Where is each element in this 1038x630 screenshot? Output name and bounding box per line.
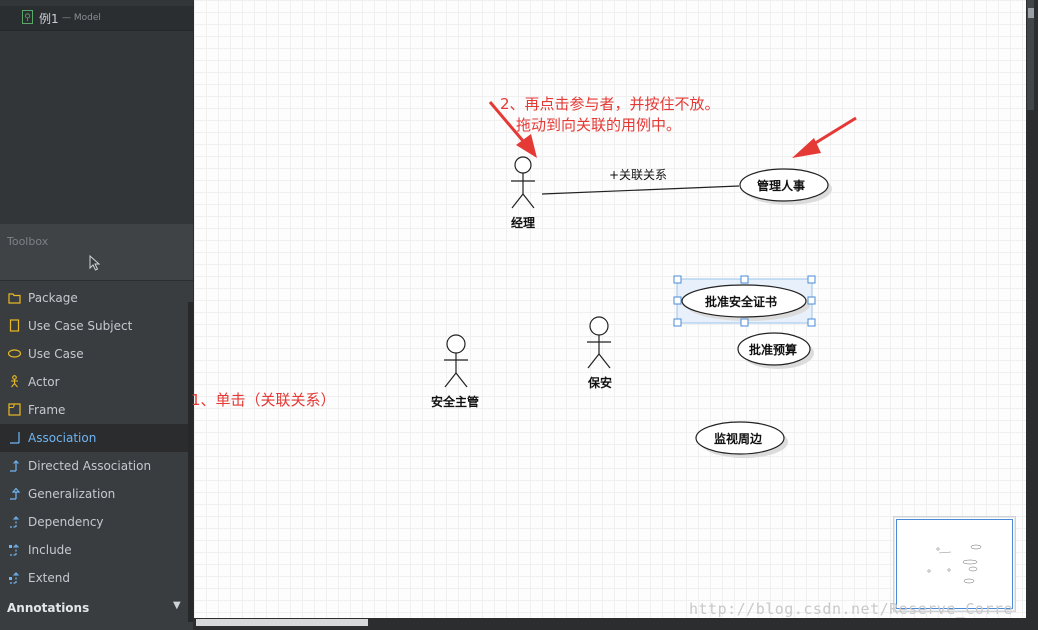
- actor-manager-name[interactable]: 经理: [511, 214, 535, 231]
- actor-security-chief-figure[interactable]: [444, 334, 468, 388]
- step2-note-line2: 拖动到向关联的用例中。: [516, 116, 682, 134]
- tool-dependency[interactable]: Dependency: [0, 508, 188, 536]
- actor-icon: [11, 375, 18, 388]
- directed-association-icon: [10, 460, 19, 472]
- canvas-vertical-scrollbar[interactable]: [1026, 0, 1038, 630]
- actor-guard-name[interactable]: 保安: [588, 374, 612, 391]
- generalization-icon: [10, 487, 21, 500]
- tool-generalization[interactable]: Generalization: [0, 480, 188, 508]
- tool-label: Use Case: [28, 347, 84, 361]
- extend-icon: [9, 572, 19, 584]
- toolbox-header: Toolbox: [0, 224, 193, 281]
- tool-include[interactable]: Include: [0, 536, 188, 564]
- model-name: 例1: [39, 12, 59, 26]
- tool-label: Package: [28, 291, 78, 305]
- annotations-section-header[interactable]: Annotations ▼: [0, 596, 188, 622]
- toolbox-list: Package Use Case Subject Use Case Actor …: [0, 284, 188, 592]
- dependency-icon: [10, 516, 19, 528]
- minimap-viewport[interactable]: [896, 519, 1013, 609]
- use-case-approve-budget-label[interactable]: 批准预算: [749, 341, 797, 358]
- association-icon: [10, 432, 20, 444]
- horizontal-scroll-thumb[interactable]: [196, 619, 368, 626]
- toolbox-title: Toolbox: [7, 235, 49, 248]
- tool-label: Directed Association: [28, 459, 152, 473]
- tool-label: Association: [28, 431, 97, 445]
- canvas-horizontal-scrollbar[interactable]: [194, 618, 1026, 630]
- left-panel: ⚲ 例1 — Model Toolbox Package Use Case Su…: [0, 0, 193, 630]
- watermark: http://blog.csdn.net/Reserve_Corre: [689, 600, 1014, 618]
- use-case-hr-label[interactable]: 管理人事: [757, 177, 805, 194]
- tool-label: Dependency: [28, 515, 104, 529]
- tool-association[interactable]: Association: [0, 424, 188, 452]
- toolbox-scrollbar[interactable]: [188, 302, 193, 622]
- frame-icon: [8, 403, 21, 416]
- tool-use-case[interactable]: Use Case: [0, 340, 188, 368]
- tool-extend[interactable]: Extend: [0, 564, 188, 592]
- actor-security-chief-name[interactable]: 安全主管: [431, 393, 479, 410]
- use-case-monitor-label[interactable]: 监视周边: [714, 430, 762, 447]
- step1-note: 1、单击（关联关系）: [191, 391, 336, 409]
- actor-guard-figure[interactable]: [587, 316, 611, 369]
- tool-label: Use Case Subject: [28, 319, 133, 333]
- tool-use-case-subject[interactable]: Use Case Subject: [0, 312, 188, 340]
- use-case-icon: [8, 349, 21, 358]
- tool-label: Generalization: [28, 487, 116, 501]
- chevron-down-icon: ▼: [173, 600, 181, 611]
- annotations-label: Annotations: [7, 601, 90, 615]
- side-panel-toggle-icon[interactable]: [1028, 8, 1034, 18]
- association-line[interactable]: [541, 185, 740, 195]
- model-tree-item[interactable]: ⚲ 例1 — Model: [0, 6, 193, 31]
- tool-label: Include: [28, 543, 72, 557]
- red-arrow-step2-right: [792, 116, 857, 158]
- include-icon: [9, 544, 19, 556]
- actor-manager-figure[interactable]: [511, 156, 535, 209]
- diagram-minimap[interactable]: [893, 516, 1016, 612]
- model-explorer: ⚲ 例1 — Model: [0, 0, 193, 224]
- step2-note-line1: 2、再点击参与者，并按住不放。: [500, 95, 720, 113]
- tool-package[interactable]: Package: [0, 284, 188, 312]
- use-case-diagram-icon: ⚲: [22, 10, 33, 24]
- package-icon: [8, 293, 21, 304]
- tool-directed-association[interactable]: Directed Association: [0, 452, 188, 480]
- use-case-approve-cert-label[interactable]: 批准安全证书: [705, 293, 777, 310]
- mouse-cursor-icon: [89, 255, 101, 271]
- tool-label: Frame: [28, 403, 66, 417]
- association-label[interactable]: +关联关系: [609, 166, 667, 183]
- use-case-subject-icon: [9, 319, 20, 332]
- tool-label: Actor: [28, 375, 60, 389]
- tool-label: Extend: [28, 571, 70, 585]
- tool-actor[interactable]: Actor: [0, 368, 188, 396]
- model-type: — Model: [62, 13, 101, 23]
- tool-frame[interactable]: Frame: [0, 396, 188, 424]
